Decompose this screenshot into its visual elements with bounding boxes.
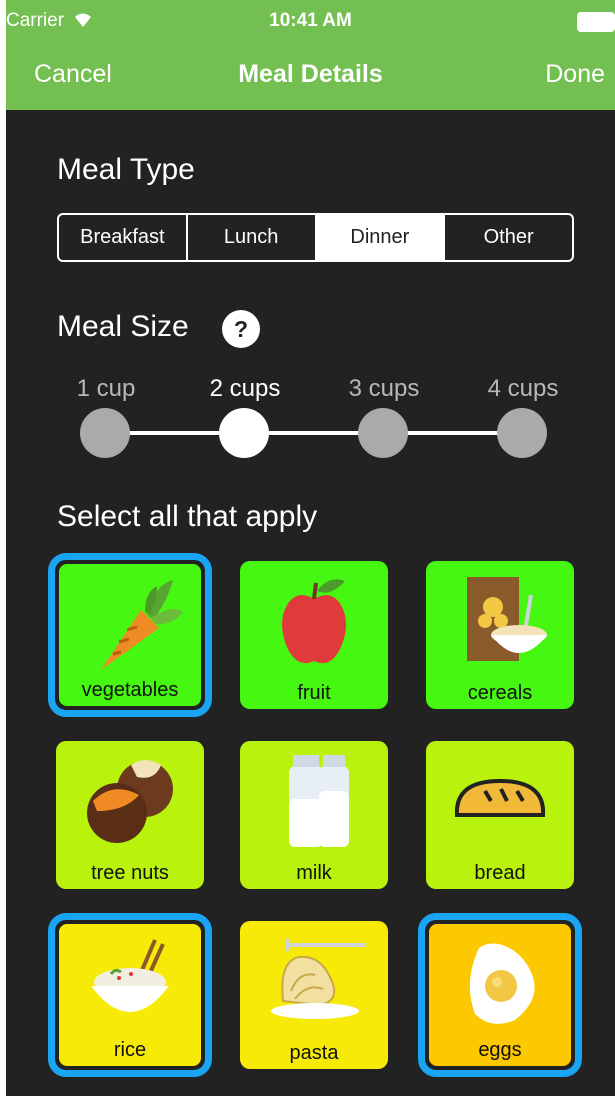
milk-icon — [289, 755, 349, 847]
help-button[interactable]: ? — [222, 310, 260, 348]
page-title: Meal Details — [238, 60, 383, 88]
apple-icon — [282, 579, 346, 664]
food-label: bread — [474, 862, 526, 884]
food-tile-rice[interactable]: rice — [48, 913, 212, 1077]
segment-other[interactable]: Other — [445, 215, 572, 260]
food-tile-cereals[interactable]: cereals — [426, 561, 574, 709]
size-stop-4-cups[interactable] — [497, 408, 547, 458]
food-label: pasta — [289, 1042, 339, 1064]
done-button[interactable]: Done — [545, 60, 605, 89]
food-tile-milk[interactable]: milk — [240, 741, 388, 889]
food-label: milk — [296, 862, 332, 884]
bread-icon — [454, 778, 546, 817]
meal-details-screen: Carrier 10:41 AM Cancel Meal Details Don… — [6, 0, 615, 1096]
food-select-heading: Select all that apply — [57, 500, 318, 533]
nav-bar: Cancel Meal Details Done — [6, 50, 615, 98]
battery-icon — [577, 12, 615, 32]
food-label: fruit — [297, 682, 331, 704]
meal-type-segmented-control: Breakfast Lunch Dinner Other — [57, 213, 574, 262]
size-stop-2-cups[interactable] — [219, 408, 269, 458]
food-label: eggs — [478, 1039, 522, 1061]
food-label: tree nuts — [91, 862, 169, 884]
status-bar: Carrier 10:41 AM — [6, 0, 615, 38]
food-tile-eggs[interactable]: eggs — [418, 913, 582, 1077]
egg-icon — [469, 943, 535, 1024]
meal-size-heading: Meal Size — [57, 310, 189, 343]
header: Carrier 10:41 AM Cancel Meal Details Don… — [6, 0, 615, 110]
food-label: vegetables — [81, 679, 179, 701]
size-label-4-cups: 4 cups — [487, 375, 559, 402]
nuts-icon — [87, 760, 173, 843]
cereal-icon — [467, 577, 547, 661]
food-tile-fruit[interactable]: fruit — [240, 561, 388, 709]
food-label: rice — [113, 1039, 147, 1061]
segment-breakfast[interactable]: Breakfast — [59, 215, 188, 260]
segment-lunch[interactable]: Lunch — [188, 215, 317, 260]
size-label-2-cups: 2 cups — [209, 375, 281, 402]
size-label-1-cup: 1 cup — [76, 375, 136, 402]
pasta-icon — [271, 939, 365, 1019]
food-tile-vegetables[interactable]: vegetables — [48, 553, 212, 717]
size-stop-3-cups[interactable] — [358, 408, 408, 458]
size-stop-1-cup[interactable] — [80, 408, 130, 458]
size-label-3-cups: 3 cups — [348, 375, 420, 402]
status-time: 10:41 AM — [269, 10, 352, 31]
segment-dinner[interactable]: Dinner — [316, 215, 446, 260]
food-label: cereals — [467, 682, 533, 704]
food-tile-bread[interactable]: bread — [426, 741, 574, 889]
food-tile-tree-nuts[interactable]: tree nuts — [56, 741, 204, 889]
carrot-icon — [101, 580, 183, 670]
food-tile-pasta[interactable]: pasta — [240, 921, 388, 1069]
size-slider-track[interactable] — [106, 431, 528, 435]
meal-type-heading: Meal Type — [57, 153, 195, 186]
rice-bowl-icon — [91, 939, 169, 1012]
